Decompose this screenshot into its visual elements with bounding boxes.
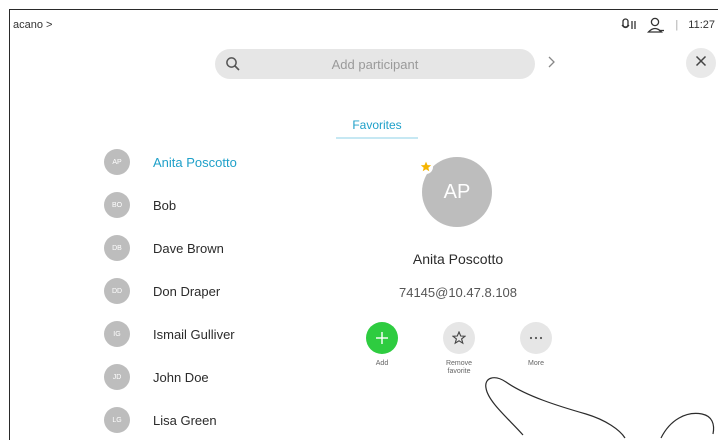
contact-name: John Doe — [153, 369, 209, 385]
remove-favorite-label: Remove favorite — [445, 360, 473, 375]
avatar: AP — [104, 149, 130, 175]
contact-name: Bob — [153, 197, 177, 213]
remove-favorite-button[interactable]: Remove favorite — [429, 322, 489, 376]
favorite-star-icon — [419, 160, 433, 179]
search-input[interactable]: Add participant — [215, 57, 535, 72]
clock: 11:27 — [688, 19, 715, 31]
contact-name: Don Draper — [153, 283, 221, 299]
status-bar: acano > | 11:27 — [10, 10, 718, 46]
list-item[interactable]: DD Don Draper — [104, 276, 220, 306]
detail-address: 74145@10.47.8.108 — [398, 285, 518, 300]
list-item[interactable]: LG Lisa Green — [104, 405, 217, 435]
contact-name: Lisa Green — [153, 412, 217, 428]
list-item[interactable]: JD John Doe — [104, 362, 209, 392]
status-separator: | — [675, 19, 679, 31]
detail-name: Anita Poscotto — [412, 251, 504, 267]
more-button[interactable]: More — [506, 322, 566, 368]
close-button[interactable] — [686, 48, 716, 78]
search-bar[interactable]: Add participant — [215, 49, 535, 79]
chevron-right-icon[interactable] — [546, 55, 556, 74]
list-item[interactable]: BO Bob — [104, 190, 176, 220]
list-item[interactable]: IG Ismail Gulliver — [104, 319, 235, 349]
star-outline-icon — [443, 322, 475, 354]
status-right: | 11:27 — [621, 17, 715, 33]
list-item[interactable]: AP Anita Poscotto — [104, 147, 237, 177]
avatar: DD — [104, 278, 130, 304]
mic-mute-icon[interactable] — [621, 18, 637, 32]
brand-label[interactable]: acano > — [13, 19, 52, 31]
tab-favorites-underline — [336, 137, 418, 139]
contact-name: Dave Brown — [153, 240, 224, 256]
more-label: More — [528, 360, 544, 367]
contact-name: Ismail Gulliver — [153, 326, 235, 342]
ellipsis-icon — [520, 322, 552, 354]
list-item[interactable]: DB Dave Brown — [104, 233, 224, 263]
plus-icon — [366, 322, 398, 354]
add-label: Add — [375, 360, 389, 367]
avatar: JD — [104, 364, 130, 390]
avatar: DB — [104, 235, 130, 261]
avatar: IG — [104, 321, 130, 347]
tab-favorites[interactable]: Favorites — [336, 118, 418, 132]
avatar: LG — [104, 407, 130, 433]
user-icon[interactable] — [647, 17, 665, 33]
avatar: BO — [104, 192, 130, 218]
contact-name: Anita Poscotto — [153, 154, 237, 170]
touch-panel-screen: acano > | 11:27 Add participant Favorite… — [9, 9, 718, 440]
close-icon — [695, 54, 707, 72]
add-button[interactable]: Add — [352, 322, 412, 368]
